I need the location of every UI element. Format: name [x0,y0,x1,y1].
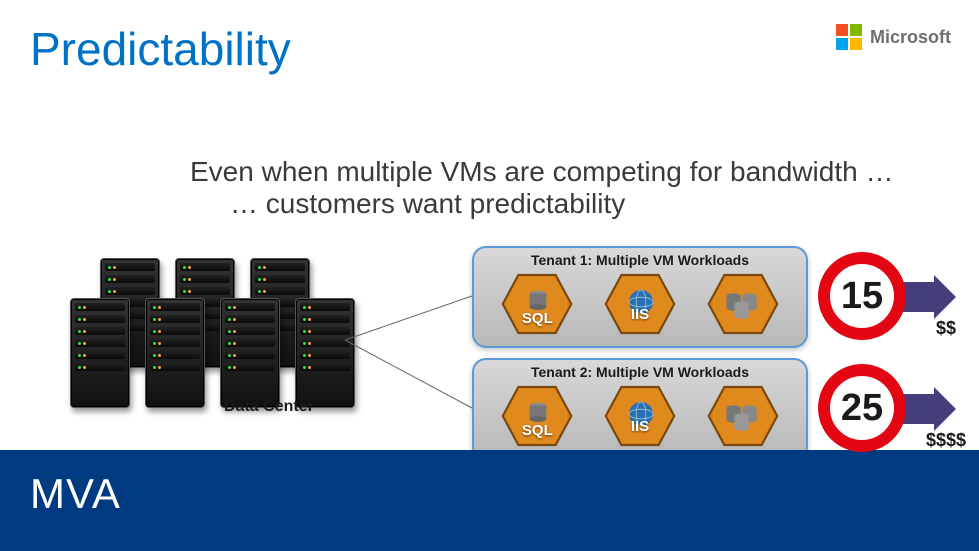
tenant-box-2: Tenant 2: Multiple VM Workloads SQL IIS [472,358,808,460]
microsoft-wordmark: Microsoft [870,27,951,48]
tenant-1-title: Tenant 1: Multiple VM Workloads [474,248,806,268]
sla-ring-2: 25 [818,364,906,452]
sla-ring-1: 15 [818,252,906,340]
iis-vm-icon: IIS [601,272,679,336]
tenant-box-1: Tenant 1: Multiple VM Workloads SQL IIS [472,246,808,348]
datacenter-label: Data Center [224,398,314,416]
server-rack-icon [145,298,205,408]
db-vm-icon [704,272,782,336]
vm-label: IIS [601,292,679,336]
db-vm-icon [704,384,782,448]
tenant-2-vm-row: SQL IIS [474,380,806,456]
footer-band [0,450,979,551]
cost-label-2: $$$$ [926,430,966,451]
tenant-2-title: Tenant 2: Multiple VM Workloads [474,360,806,380]
cost-label-1: $$ [936,318,956,339]
footer-logo: MVA [30,470,121,518]
microsoft-logo-icon [836,24,862,50]
vm-label: IIS [601,404,679,448]
server-rack-icon [295,298,355,408]
sql-vm-icon: SQL [498,384,576,448]
server-rack-icon [70,298,130,408]
tenant-1-vm-row: SQL IIS [474,268,806,344]
microsoft-logo: Microsoft [836,24,951,50]
slide: Predictability Microsoft Even when multi… [0,0,979,551]
datacenter-illustration [60,258,380,438]
vm-label: SQL [498,412,576,448]
subtitle-line-2: … customers want predictability [190,188,893,220]
sql-vm-icon: SQL [498,272,576,336]
vm-label [704,384,782,448]
page-title: Predictability [30,22,291,76]
server-rack-icon [220,298,280,408]
subtitle-line-1: Even when multiple VMs are competing for… [190,156,893,188]
vm-label: SQL [498,300,576,336]
iis-vm-icon: IIS [601,384,679,448]
vm-label [704,272,782,336]
subtitle: Even when multiple VMs are competing for… [190,156,893,220]
